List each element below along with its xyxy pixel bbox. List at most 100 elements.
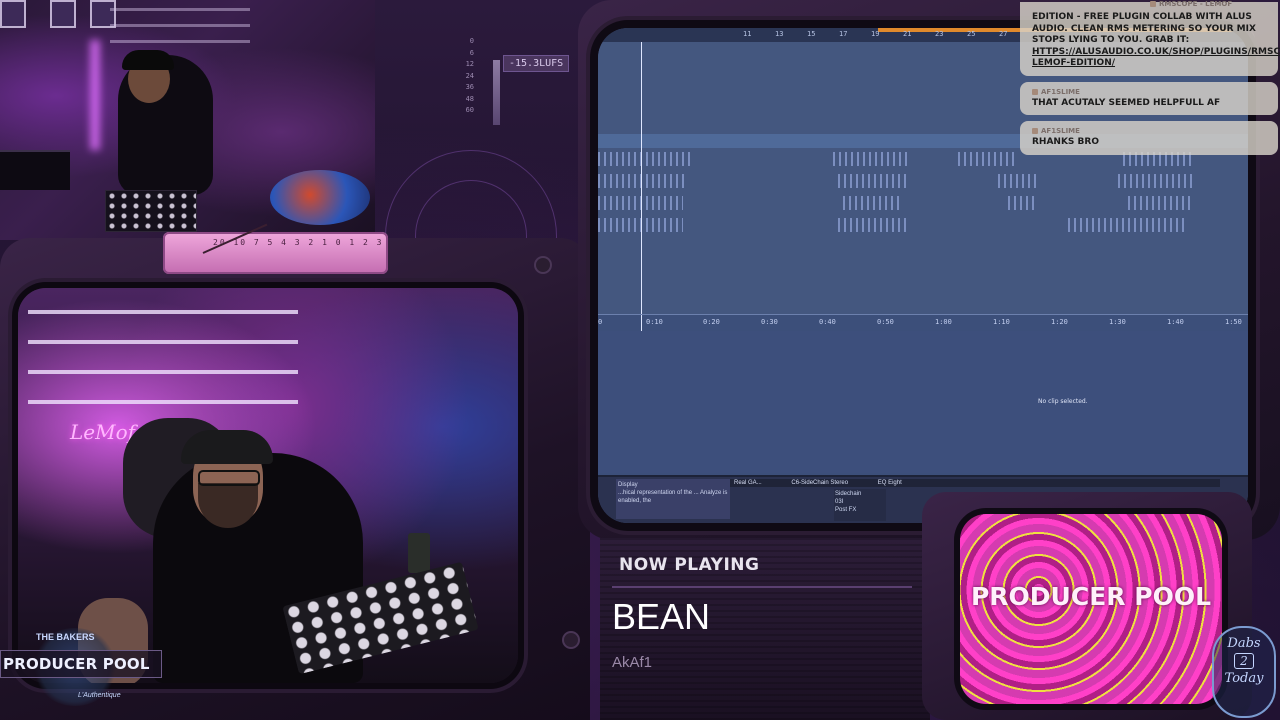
arrangement-track[interactable] [598, 192, 1248, 215]
midi-clip[interactable] [998, 174, 1038, 188]
time-tick: 0 [598, 318, 603, 326]
midi-clip[interactable] [1118, 174, 1193, 188]
midi-clip[interactable] [1068, 218, 1188, 232]
user-badge-icon [1032, 128, 1038, 134]
no-clip-message: No clip selected. [1038, 398, 1088, 405]
producer-pool-badge: PRODUCER POOL [0, 650, 162, 678]
now-playing-label: NOW PLAYING [619, 555, 760, 575]
sidechain-source-select[interactable]: 03I [835, 498, 885, 506]
chat-link[interactable]: HTTPS://ALUSAUDIO.CO.UK/SHOP/PLUGINS/RMS… [1032, 47, 1280, 69]
wall-frame [0, 0, 26, 28]
chat-text-body: EDITION - FREE PLUGIN COLLAB WITH ALUS A… [1032, 12, 1256, 45]
sidechain-label: Sidechain [835, 491, 862, 497]
midi-clip[interactable] [958, 152, 1018, 166]
streamer-cap [122, 50, 174, 70]
chat-username-text: RMSCOPE - LEMOF [1159, 0, 1233, 8]
producer-pool-logo-signature: L'Authentique [78, 692, 121, 699]
neon-sign: LeMof [70, 420, 136, 444]
chat-text: EDITION - FREE PLUGIN COLLAB WITH ALUS A… [1032, 2, 1280, 70]
midi-clip[interactable] [838, 174, 908, 188]
webcam-top-left [0, 0, 375, 240]
device-title[interactable]: C6-SideChain Stereo [787, 479, 848, 487]
db-tick: 60 [465, 106, 474, 114]
shelf [28, 370, 298, 374]
arrangement-track[interactable] [598, 214, 1248, 237]
chat-message: AF1SLIME RHANKS BRO [1020, 121, 1278, 155]
ruler-tick: 15 [807, 30, 816, 38]
now-playing-divider [612, 586, 912, 588]
ruler-tick: 27 [999, 30, 1008, 38]
time-tick: 1:20 [1051, 318, 1068, 326]
midi-clip[interactable] [833, 152, 908, 166]
arrangement-track[interactable] [598, 280, 1248, 315]
chat-username: AF1SLIME [1032, 127, 1268, 135]
time-tick: 1:50 [1225, 318, 1242, 326]
arrangement-track[interactable] [598, 236, 1248, 259]
shelf [110, 24, 250, 27]
db-tick: 48 [465, 94, 474, 103]
ruler-tick: 17 [839, 30, 848, 38]
streamer-cap [181, 430, 273, 464]
device-chain-header[interactable]: Real GA... C6-SideChain Stereo EQ Eight [730, 479, 1220, 487]
drum-pad-controller [105, 190, 197, 232]
shelf [28, 340, 298, 344]
device-title[interactable]: Real GA... [730, 479, 762, 487]
info-display-title: Display [618, 482, 638, 488]
db-tick: 12 [465, 60, 474, 68]
time-tick: 1:00 [935, 318, 952, 326]
tv-knob [564, 633, 578, 647]
time-tick: 0:50 [877, 318, 894, 326]
info-display-panel: Display ...hical representation of the .… [616, 479, 730, 519]
ruler-tick: 21 [903, 30, 912, 38]
now-playing-title: BEAN [612, 596, 711, 637]
info-display-text: ...hical representation of the ... Analy… [618, 490, 728, 504]
vu-meter: 20 10 7 5 4 3 2 1 0 1 2 3 [163, 223, 388, 274]
midi-clip[interactable] [838, 218, 908, 232]
producer-pool-logo-top-text: THE BAKERS [36, 632, 95, 642]
dabs-logo-line: Today [1224, 671, 1264, 686]
db-tick: 36 [465, 83, 474, 91]
main-webcam-screen: LeMof [18, 288, 518, 683]
shelf [110, 8, 250, 11]
dabs-logo-line: 2 [1234, 653, 1254, 669]
shelf [28, 400, 298, 404]
playhead[interactable] [641, 42, 642, 332]
midi-keyboard [0, 150, 70, 190]
now-playing-artist: AkAf1 [612, 654, 653, 671]
producer-pool-tv-title: PRODUCER POOL [970, 582, 1211, 611]
time-tick: 0:20 [703, 318, 720, 326]
ruler-tick: 23 [935, 30, 944, 38]
db-tick: 6 [469, 48, 474, 57]
time-tick: 1:30 [1109, 318, 1126, 326]
chat-message: RMSCOPE - LEMOF EDITION - FREE PLUGIN CO… [1020, 0, 1280, 76]
device-title[interactable]: EQ Eight [874, 479, 902, 487]
chat-username-text: AF1SLIME [1041, 87, 1080, 96]
lufs-readout: -15.3LUFS [503, 55, 570, 72]
midi-clip[interactable] [1128, 196, 1193, 210]
db-scale: 0 6 12 24 36 48 60 [456, 36, 474, 117]
wall-frame [50, 0, 76, 28]
energy-drink-can [408, 533, 430, 573]
mascot-figure [270, 170, 370, 225]
midi-clip[interactable] [843, 196, 903, 210]
chat-overlay: RMSCOPE - LEMOF EDITION - FREE PLUGIN CO… [1020, 0, 1280, 161]
time-tick: 1:40 [1167, 318, 1184, 326]
time-ruler[interactable]: 0 0:10 0:20 0:30 0:40 0:50 1:00 1:10 1:2… [598, 314, 1248, 329]
midi-clip[interactable] [1008, 196, 1038, 210]
midi-clip[interactable] [598, 174, 688, 188]
midi-clip[interactable] [598, 152, 693, 166]
ruler-tick: 19 [871, 30, 880, 38]
clip-detail-view[interactable] [598, 331, 1248, 473]
time-tick: 0:10 [646, 318, 663, 326]
sidechain-panel[interactable]: Sidechain 03I Post FX [834, 489, 886, 521]
producer-pool-screen: PRODUCER POOL [960, 514, 1222, 704]
chat-message: AF1SLIME THAT ACUTALY SEEMED HELPFULL AF [1020, 81, 1278, 115]
dabs-2-today-logo: Dabs 2 Today [1212, 626, 1276, 718]
shelf [110, 40, 250, 43]
vu-scale: 20 10 7 5 4 3 2 1 0 1 2 3 [213, 238, 384, 247]
sidechain-tap-select[interactable]: Post FX [835, 506, 885, 514]
chat-username-text: AF1SLIME [1041, 127, 1080, 135]
arrangement-track[interactable] [598, 258, 1248, 281]
arrangement-track[interactable] [598, 170, 1248, 193]
db-tick: 24 [465, 71, 474, 80]
